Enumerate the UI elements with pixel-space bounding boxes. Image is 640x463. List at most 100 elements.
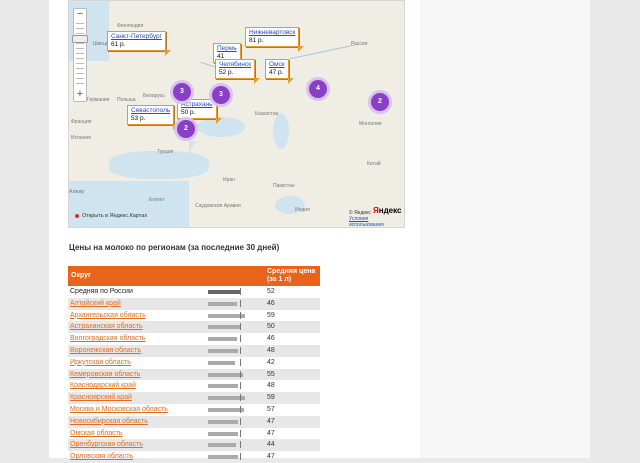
price-label[interactable]: Санкт-Петербург 61 р. — [107, 31, 171, 56]
terms-link[interactable]: Условия использования — [349, 216, 384, 227]
average-marker — [240, 382, 241, 390]
price-value: 81 р. — [249, 37, 264, 44]
price-value: 55 — [267, 370, 275, 378]
price-value: 53 р. — [131, 115, 146, 122]
city-link[interactable]: Омск — [269, 61, 285, 69]
price-bar — [208, 455, 238, 460]
place-germany: Германия — [87, 97, 110, 103]
average-marker — [240, 394, 241, 402]
place-kazakhstan: Казахстан — [255, 111, 279, 117]
map-pin-icon — [75, 213, 79, 218]
table-row: Оренбургская область 44 — [68, 439, 320, 452]
place-mongolia: Монголия — [359, 121, 382, 127]
cluster-marker[interactable]: 2 — [174, 117, 198, 141]
price-bar — [208, 337, 237, 342]
average-marker — [240, 370, 241, 378]
price-value: 52 р. — [219, 69, 234, 76]
table-row: Воронежская область 48 — [68, 344, 320, 357]
price-label[interactable]: Челябинск 52 р. — [215, 59, 261, 84]
place-russia: Россия — [351, 41, 368, 47]
price-bar — [208, 348, 238, 353]
region-link[interactable]: Воронежская область — [70, 345, 141, 357]
cluster-marker[interactable]: 3 — [170, 80, 194, 104]
table-row: Омская область 47 — [68, 428, 320, 440]
price-value: 57 — [267, 405, 275, 413]
cluster-marker[interactable]: 4 — [306, 77, 330, 101]
place-belarus: Беларусь — [143, 93, 165, 99]
price-value: 59 — [267, 311, 275, 319]
average-marker — [240, 429, 241, 437]
cluster-marker[interactable]: 2 — [368, 90, 392, 114]
region-link[interactable]: Краснодарский край — [70, 380, 136, 392]
price-value: 59 — [267, 394, 275, 402]
table-row: Красноярский край 59 — [68, 392, 320, 404]
section-heading: Цены на молоко по регионам (за последние… — [69, 243, 280, 252]
price-bar — [208, 360, 235, 365]
column-header-price: Средняя цена (за 1 л) — [267, 268, 316, 283]
region-link[interactable]: Кемеровская область — [70, 369, 140, 381]
average-marker — [240, 453, 241, 461]
price-value: 42 — [267, 358, 275, 366]
price-bar — [208, 384, 238, 389]
price-value: 47 — [267, 429, 275, 437]
price-value: 50 — [267, 323, 275, 331]
average-marker — [240, 346, 241, 354]
table-row-total: Средняя по России 52 — [68, 286, 320, 298]
table-row: Новосибирская область 47 — [68, 415, 320, 428]
region-link[interactable]: Омская область — [70, 428, 123, 440]
price-label[interactable]: Омск 47 р. — [265, 59, 294, 84]
table-row: Волгоградская область 46 — [68, 333, 320, 345]
region-link[interactable]: Алтайский край — [70, 298, 121, 310]
region-link[interactable]: Москва и Московская область — [70, 404, 168, 416]
price-bar — [208, 443, 236, 448]
average-marker — [240, 441, 241, 449]
price-value: 52 — [267, 288, 275, 295]
place-france: Франция — [71, 119, 92, 125]
right-sidebar — [420, 0, 590, 458]
price-value: 47 — [267, 453, 275, 461]
region-link[interactable]: Волгоградская область — [70, 333, 145, 345]
city-link[interactable]: Нижневартовск — [249, 29, 295, 37]
city-link[interactable]: Санкт-Петербург — [111, 33, 162, 41]
region-link[interactable]: Красноярский край — [70, 392, 132, 404]
average-marker — [240, 405, 241, 413]
region-link[interactable]: Орловская область — [70, 451, 133, 463]
price-bar — [208, 301, 237, 306]
city-link[interactable]: Севастополь — [131, 107, 170, 115]
price-bar — [208, 290, 241, 294]
price-label[interactable]: Севастополь 53 р. — [127, 105, 180, 130]
region-name: Средняя по России — [70, 288, 133, 295]
average-marker — [240, 299, 241, 307]
cluster-marker[interactable]: 3 — [209, 83, 233, 107]
price-label[interactable]: Нижневартовск 81 р. — [245, 27, 305, 52]
average-marker — [240, 288, 241, 295]
place-egypt: Египет — [149, 197, 165, 203]
place-poland: Польша — [117, 97, 136, 103]
price-table: Округ Средняя цена (за 1 л) Средняя по Р… — [68, 266, 320, 463]
region-link[interactable]: Архангельская область — [70, 310, 146, 322]
price-value: 46 — [267, 335, 275, 343]
region-link[interactable]: Новосибирская область — [70, 416, 148, 428]
region-link[interactable]: Иркутская область — [70, 357, 131, 369]
place-algeria: Алжир — [69, 189, 85, 195]
average-marker — [240, 358, 241, 366]
yandex-logo: Яндекс — [373, 206, 402, 215]
price-value: 44 — [267, 441, 275, 449]
table-row: Кемеровская область 55 — [68, 368, 320, 381]
average-marker — [240, 417, 241, 425]
zoom-control[interactable]: − + — [72, 8, 88, 102]
zoom-out-button[interactable]: − — [74, 9, 86, 21]
zoom-scale[interactable] — [76, 23, 84, 87]
table-header: Округ Средняя цена (за 1 л) — [68, 266, 320, 286]
regional-price-map[interactable]: − + Финляндия Швеция Россия Германия Пол… — [68, 0, 405, 228]
table-row: Москва и Московская область 57 — [68, 404, 320, 416]
zoom-in-button[interactable]: + — [74, 89, 86, 101]
region-link[interactable]: Астраханская область — [70, 321, 143, 333]
open-yandex-maps-link[interactable]: Открыть в Яндекс.Картах — [75, 213, 147, 219]
average-marker — [240, 311, 241, 319]
zoom-slider-handle[interactable] — [72, 35, 88, 43]
price-value: 48 — [267, 346, 275, 354]
city-link[interactable]: Челябинск — [219, 61, 251, 69]
region-link[interactable]: Оренбургская область — [70, 439, 143, 451]
city-link[interactable]: Пермь — [217, 45, 237, 53]
